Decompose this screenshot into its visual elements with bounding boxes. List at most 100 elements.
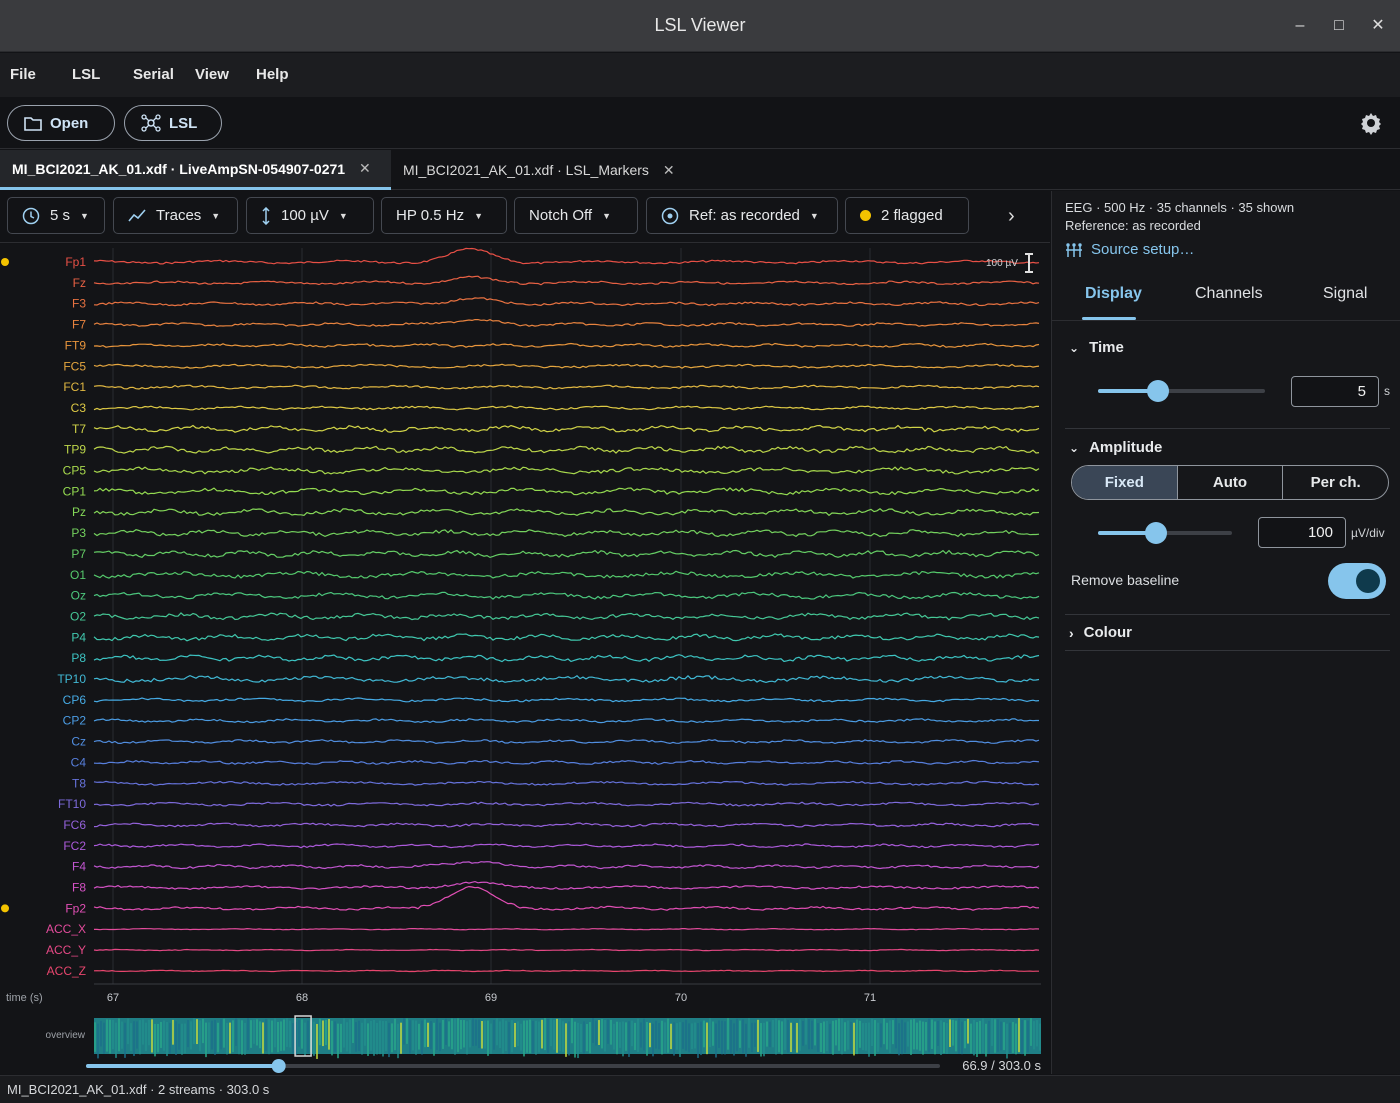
divider	[1065, 614, 1390, 615]
overview-column	[313, 1021, 315, 1056]
channel-label-ft9[interactable]: FT9	[65, 338, 87, 352]
trace-t7	[93, 424, 1040, 433]
channel-label-ft10[interactable]: FT10	[58, 797, 86, 811]
channel-label-acc_x[interactable]: ACC_X	[46, 922, 86, 936]
signal-plot[interactable]: 67 68 69 70 71 time (s) Fp1 Fz F3 F7 FT9 FC5 FC1 C3 T7…	[0, 244, 1050, 1074]
channel-label-o1[interactable]: O1	[70, 568, 86, 582]
remove-baseline-toggle[interactable]	[1328, 563, 1386, 599]
colour-section-header[interactable]: › Colour	[1069, 624, 1132, 641]
notch-dropdown[interactable]: Notch Off ▼	[514, 197, 638, 234]
channel-label-t8[interactable]: T8	[72, 776, 86, 790]
time-slider-knob[interactable]	[1147, 380, 1169, 402]
tab-markers[interactable]: MI_BCI2021_AK_01.xdf · LSL_Markers ✕	[391, 150, 691, 190]
overview-column	[805, 1018, 807, 1045]
channel-label-fc5[interactable]: FC5	[63, 359, 86, 373]
tab-channels[interactable]: Channels	[1195, 285, 1263, 303]
overview-column	[406, 1018, 408, 1044]
channel-label-f7[interactable]: F7	[72, 318, 86, 332]
channel-label-fc1[interactable]: FC1	[63, 380, 86, 394]
channel-label-fz[interactable]: Fz	[73, 276, 86, 290]
overview-column	[172, 1019, 174, 1045]
amp-mode-fixed[interactable]: Fixed	[1072, 466, 1178, 499]
reference-dropdown[interactable]: Ref: as recorded ▼	[646, 197, 838, 234]
overview-column	[493, 1020, 495, 1050]
caret-down-icon: ▼	[338, 210, 348, 221]
channel-label-f4[interactable]: F4	[72, 860, 86, 874]
lsl-button[interactable]: LSL	[124, 105, 222, 141]
tab-display[interactable]: Display	[1085, 285, 1142, 303]
overview-column	[877, 1022, 879, 1052]
overview-column	[100, 1020, 102, 1047]
open-button[interactable]: Open	[7, 105, 115, 141]
menu-view[interactable]: View	[195, 66, 229, 83]
eeg-traces[interactable]: 67 68 69 70 71 time (s) Fp1 Fz F3 F7 FT9 FC5 FC1 C3 T7…	[0, 244, 1050, 1074]
menu-help[interactable]: Help	[256, 66, 289, 83]
channel-label-p8[interactable]: P8	[71, 651, 86, 665]
channel-label-oz[interactable]: Oz	[71, 589, 86, 603]
channel-label-fp1[interactable]: Fp1	[65, 255, 86, 269]
channel-label-fp2[interactable]: Fp2	[65, 901, 86, 915]
channel-label-tp9[interactable]: TP9	[64, 443, 86, 457]
amplitude-mode-selector: Fixed Auto Per ch.	[1071, 465, 1389, 500]
overview-column	[1009, 1022, 1011, 1053]
maximize-icon[interactable]: □	[1327, 14, 1351, 38]
channel-label-acc_y[interactable]: ACC_Y	[46, 943, 86, 957]
amp-mode-auto[interactable]: Auto	[1178, 466, 1284, 499]
amplitude-input[interactable]: 100	[1258, 517, 1346, 548]
tab-liveamp[interactable]: MI_BCI2021_AK_01.xdf · LiveAmpSN-054907-…	[0, 150, 391, 190]
amp-mode-per-channel[interactable]: Per ch.	[1283, 466, 1388, 499]
channel-label-tp10[interactable]: TP10	[57, 672, 86, 686]
channel-label-c3[interactable]: C3	[71, 401, 87, 415]
overview-column	[226, 1022, 228, 1055]
trace-p4	[93, 633, 1040, 642]
channel-label-cz[interactable]: Cz	[71, 735, 86, 749]
overview-column	[910, 1019, 912, 1055]
channel-label-pz[interactable]: Pz	[72, 505, 86, 519]
overview-column	[697, 1023, 699, 1058]
amplitude-dropdown[interactable]: 100 µV ▼	[246, 197, 374, 234]
channel-label-cp1[interactable]: CP1	[63, 484, 87, 498]
source-setup-link[interactable]: Source setup…	[1065, 241, 1194, 258]
chevron-right-icon[interactable]: ›	[1008, 205, 1015, 228]
channel-label-p4[interactable]: P4	[71, 630, 86, 644]
tab-signal[interactable]: Signal	[1323, 285, 1367, 303]
channel-label-acc_z[interactable]: ACC_Z	[47, 964, 86, 978]
channel-label-cp2[interactable]: CP2	[63, 714, 87, 728]
close-icon[interactable]: ✕	[1366, 14, 1390, 38]
channel-label-f8[interactable]: F8	[72, 881, 86, 895]
channel-label-f3[interactable]: F3	[72, 297, 86, 311]
flagged-button[interactable]: 2 flagged	[845, 197, 969, 234]
window-dropdown[interactable]: 5 s ▼	[7, 197, 105, 234]
channel-label-fc2[interactable]: FC2	[63, 839, 86, 853]
mode-dropdown[interactable]: Traces ▼	[113, 197, 238, 234]
overview-column	[163, 1020, 165, 1051]
amplitude-slider-knob[interactable]	[1145, 522, 1167, 544]
menu-serial[interactable]: Serial	[133, 66, 174, 83]
overview-column	[247, 1018, 249, 1051]
channel-label-cp6[interactable]: CP6	[63, 693, 87, 707]
overview-column	[994, 1019, 996, 1053]
channel-label-cp5[interactable]: CP5	[63, 464, 87, 478]
gear-icon[interactable]	[1359, 111, 1383, 135]
channel-label-c4[interactable]: C4	[71, 755, 87, 769]
channel-label-fc6[interactable]: FC6	[63, 818, 86, 832]
amplitude-section-label: Amplitude	[1089, 439, 1163, 456]
channel-label-p7[interactable]: P7	[71, 547, 86, 561]
highpass-dropdown[interactable]: HP 0.5 Hz ▼	[381, 197, 507, 234]
minimize-icon[interactable]: –	[1288, 14, 1312, 38]
time-section-header[interactable]: ⌄ Time	[1069, 339, 1124, 356]
time-input[interactable]: 5	[1291, 376, 1379, 407]
amplitude-section-header[interactable]: ⌄ Amplitude	[1069, 439, 1162, 456]
overview-column	[361, 1022, 363, 1055]
close-tab-icon[interactable]: ✕	[663, 162, 675, 179]
close-tab-icon[interactable]: ✕	[359, 160, 371, 177]
channel-label-t7[interactable]: T7	[72, 422, 86, 436]
menu-lsl[interactable]: LSL	[72, 66, 100, 83]
channel-label-o2[interactable]: O2	[70, 609, 86, 623]
overview-column	[529, 1019, 531, 1054]
position-slider-knob[interactable]	[271, 1059, 286, 1073]
menu-file[interactable]: File	[10, 66, 36, 83]
overview-column	[739, 1020, 741, 1048]
channel-label-p3[interactable]: P3	[71, 526, 86, 540]
remove-baseline-label: Remove baseline	[1071, 572, 1180, 588]
